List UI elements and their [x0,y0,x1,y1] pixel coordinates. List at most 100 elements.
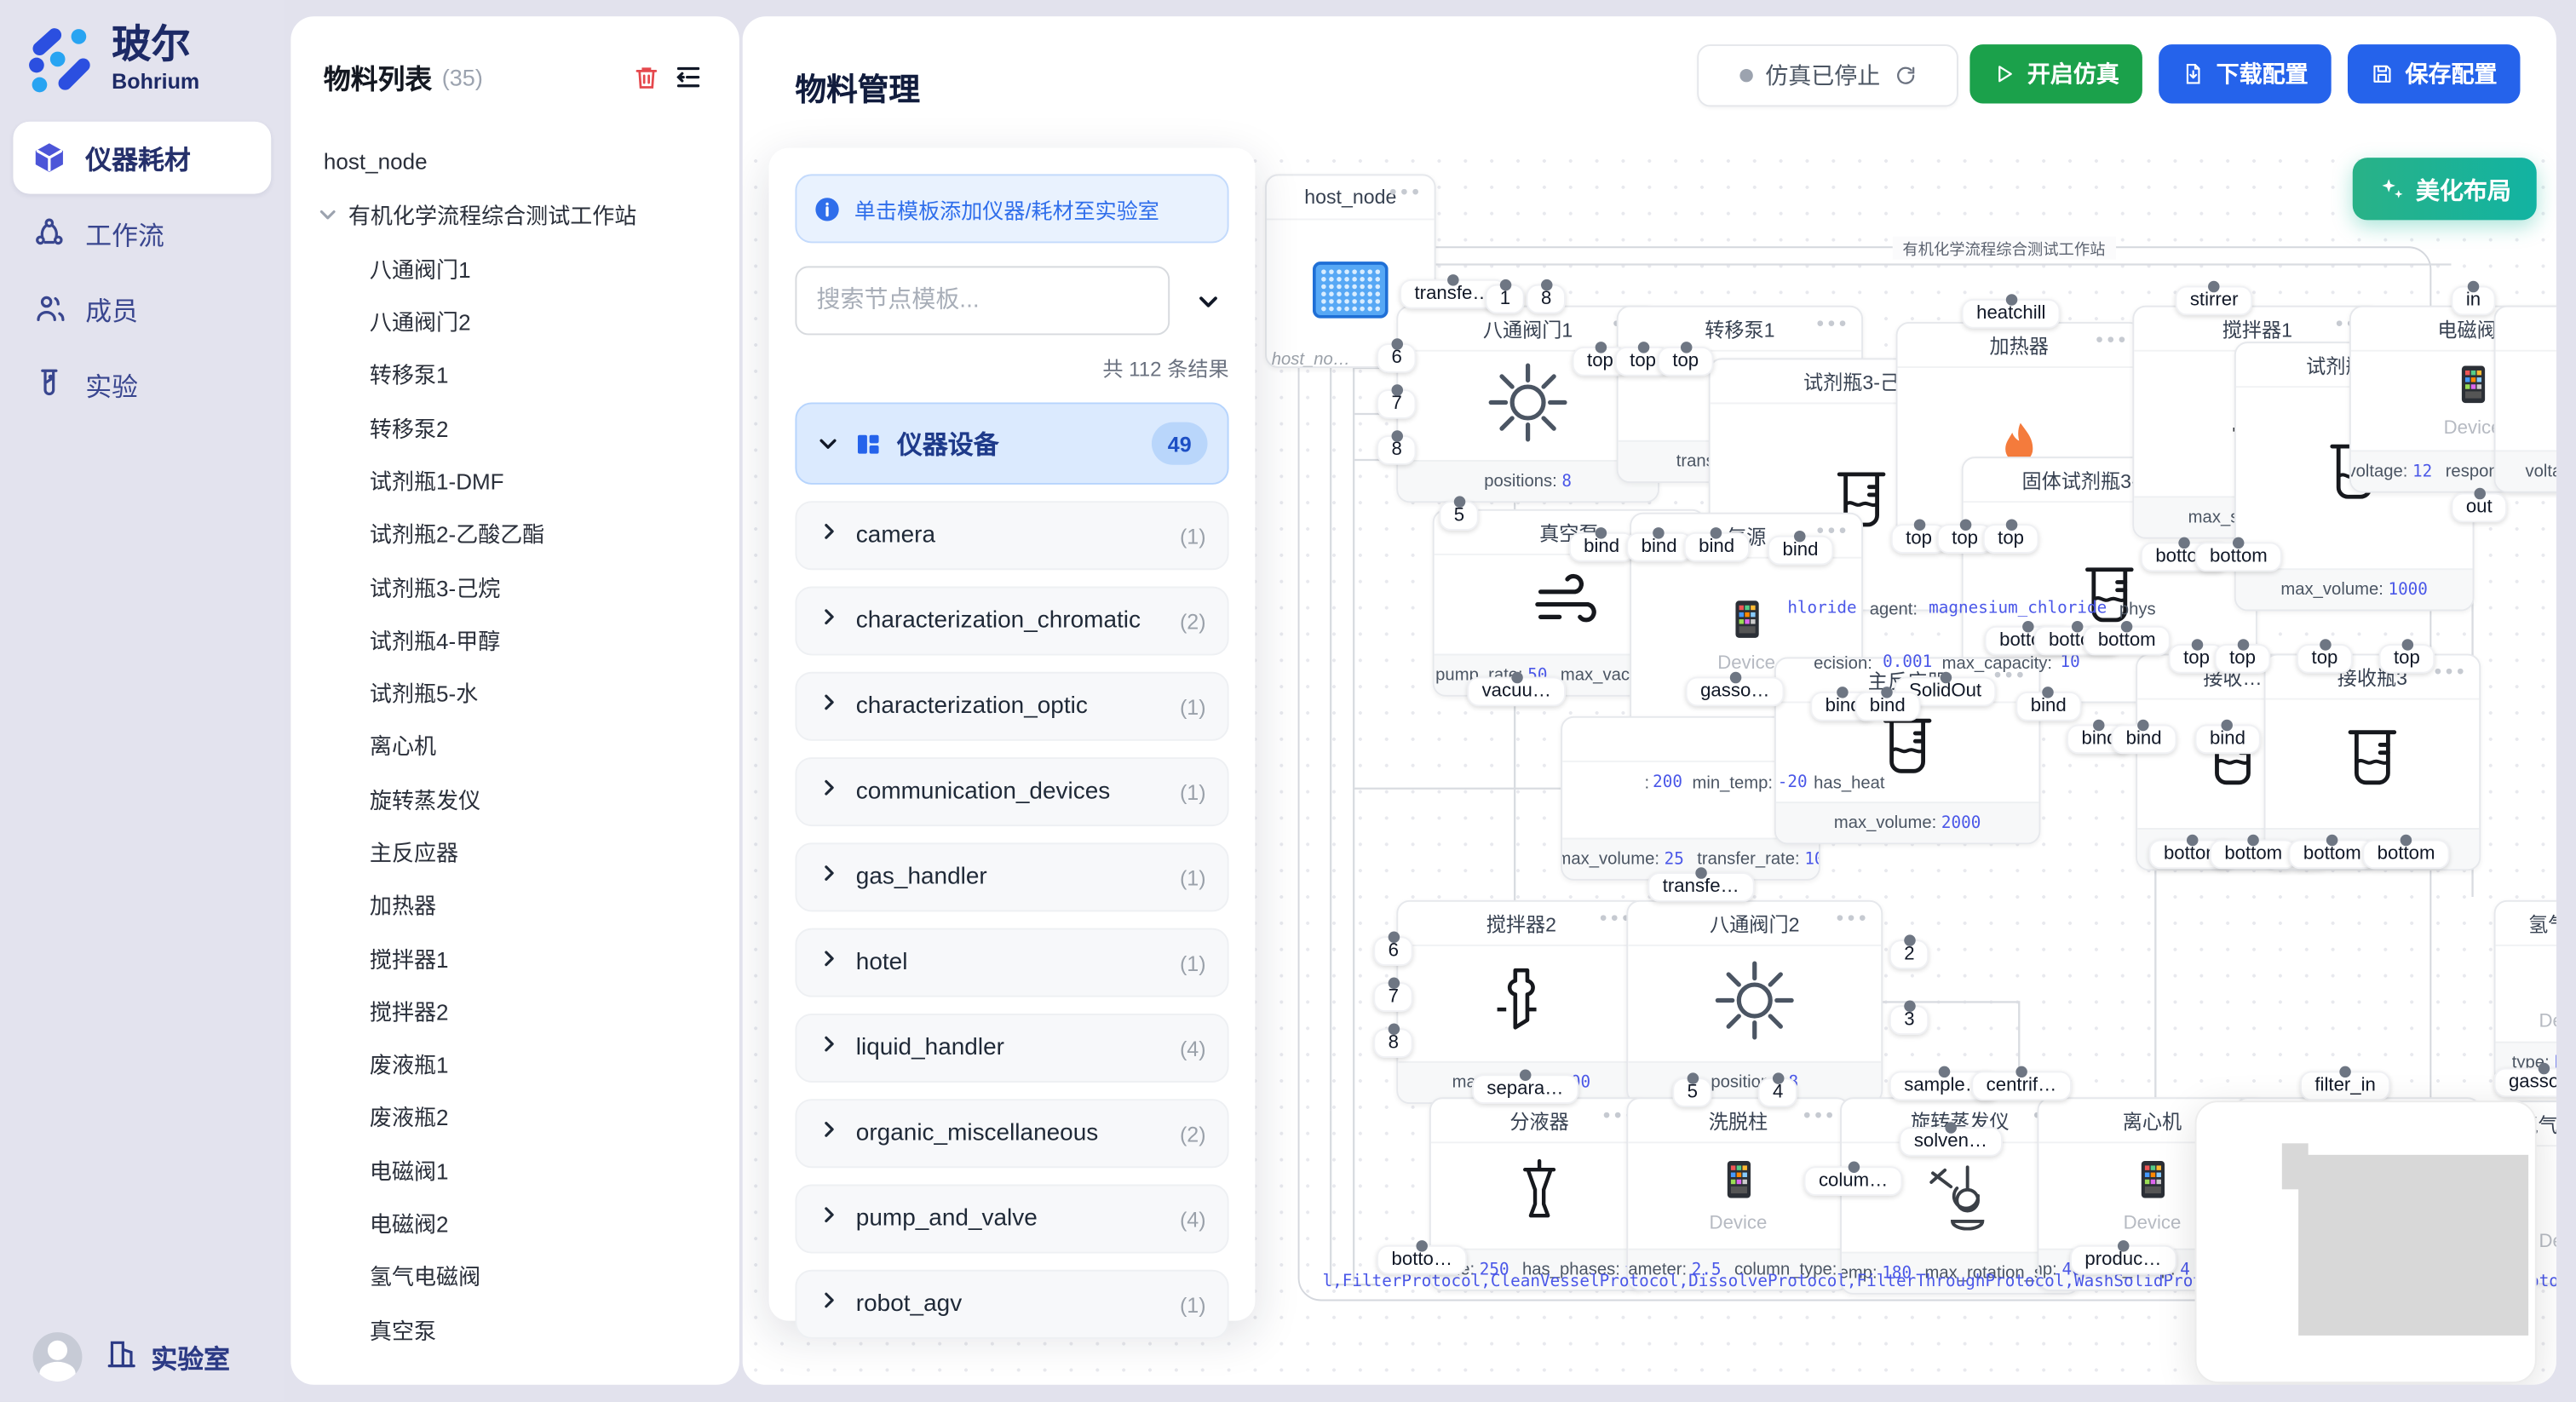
port-8[interactable]: 8 [1527,284,1567,314]
tree-item-host-node[interactable]: host_node [290,135,739,187]
template-item-camera[interactable]: camera(1) [795,501,1228,570]
tree-item[interactable]: 转移泵2 [290,400,739,453]
user-avatar[interactable] [33,1332,83,1382]
tree-item[interactable]: 真空泵 [290,1301,739,1354]
node-menu-icon[interactable]: ●●● [1816,315,1850,330]
tree-item[interactable]: 废液瓶2 [290,1089,739,1142]
tree-item[interactable]: 试剂瓶2-乙酸乙酯 [290,506,739,559]
port-top[interactable]: top [2379,644,2435,674]
category-instruments[interactable]: 仪器设备 49 [795,403,1228,485]
tree-item[interactable]: 试剂瓶1-DMF [290,453,739,506]
tree-item[interactable]: 转移泵1 [290,347,739,399]
tree-item[interactable]: 废液瓶1 [290,1037,739,1089]
start-simulation-button[interactable]: 开启仿真 [1969,44,2142,103]
tree-item[interactable]: 电磁阀2 [290,1196,739,1249]
tree-item[interactable]: 试剂瓶4-甲醇 [290,612,739,665]
minimap[interactable] [2195,1100,2537,1383]
template-item-liquid_handler[interactable]: liquid_handler(4) [795,1014,1228,1083]
port-produc[interactable]: produc… [2070,1245,2176,1275]
port-top[interactable]: top [1983,524,2039,554]
delete-all-button[interactable] [624,56,667,99]
tree-item[interactable]: 旋转蒸发仪 [290,772,739,825]
tree-item[interactable]: 搅拌器1 [290,930,739,983]
port-bottom[interactable]: bottom [2083,626,2171,656]
panel-collapse-button[interactable] [1186,279,1228,322]
port-separa[interactable]: separa… [1472,1074,1578,1104]
port-2[interactable]: 2 [1889,939,1929,969]
tree-item[interactable]: 八通阀门2 [290,294,739,347]
sidebar-item-lab[interactable]: 实验室 [105,1336,230,1377]
template-item-hotel[interactable]: hotel(1) [795,928,1228,997]
port-8[interactable]: 8 [1373,1028,1413,1058]
template-item-robot_agv[interactable]: robot_agv(1) [795,1270,1228,1339]
tree-item[interactable]: 氢气电磁阀 [290,1249,739,1301]
tree-item[interactable]: 试剂瓶3-己烷 [290,559,739,612]
port-bottom[interactable]: bottom [2362,840,2450,870]
canvas-node-unnamed[interactable]: ●●●voltage: 12 [2494,306,2556,493]
port-top[interactable]: top [1658,347,1714,376]
template-item-pump_and_valve[interactable]: pump_and_valve(4) [795,1185,1228,1254]
port-4[interactable]: 4 [1758,1077,1798,1107]
port-bind[interactable]: bind [1854,692,1920,721]
refresh-icon[interactable] [1894,64,1917,87]
search-input[interactable] [795,266,1170,335]
port-bottom[interactable]: bottom [2210,840,2297,870]
port-solven[interactable]: solven… [1899,1127,2002,1157]
port-3[interactable]: 3 [1889,1005,1929,1035]
template-item-gas_handler[interactable]: gas_handler(1) [795,842,1228,911]
port-7[interactable]: 7 [1377,389,1417,419]
node-menu-icon[interactable]: ●●● [2096,332,2130,347]
tree-group-workstation[interactable]: 有机化学流程综合测试工作站 [290,187,739,240]
port-5[interactable]: 5 [1672,1077,1712,1107]
port-gasso[interactable]: gasso… [2494,1068,2556,1098]
port-1[interactable]: 1 [1485,284,1525,314]
template-item-organic_miscellaneous[interactable]: organic_miscellaneous(2) [795,1099,1228,1168]
port-bottom[interactable]: bottom [2195,542,2283,572]
port-top[interactable]: top [2297,644,2353,674]
node-menu-icon[interactable]: ●●● [1836,910,1870,924]
port-heatchill[interactable]: heatchill [1962,299,2061,329]
canvas-node-接收瓶3[interactable]: 接收瓶3●●●max_volume: 250 [2264,654,2481,871]
port-5[interactable]: 5 [1439,501,1479,531]
port-bind[interactable]: bind [1626,532,1692,562]
port-bind[interactable]: bind [2015,692,2081,721]
sidebar-item-members[interactable]: 成员 [13,273,271,345]
port-bind[interactable]: bind [1569,532,1635,562]
tree-item[interactable]: 试剂瓶5-水 [290,665,739,718]
canvas-node-八通阀门2[interactable]: 八通阀门2●●●positions: 8 [1626,900,1883,1104]
port-stirrer[interactable]: stirrer [2175,286,2252,316]
template-item-characterization_chromatic[interactable]: characterization_chromatic(2) [795,587,1228,656]
template-item-characterization_optic[interactable]: characterization_optic(1) [795,672,1228,741]
port-bind[interactable]: bind [1768,536,1833,566]
node-menu-icon[interactable]: ●●● [2434,664,2468,678]
port-6[interactable]: 6 [1373,936,1413,966]
port-botto[interactable]: botto… [1377,1245,1467,1275]
tree-item[interactable]: 搅拌器2 [290,984,739,1037]
beautify-layout-button[interactable]: 美化布局 [2353,158,2537,220]
port-transfe[interactable]: transfe… [1647,872,1754,902]
save-config-button[interactable]: 保存配置 [2348,44,2521,103]
port-filter_in[interactable]: filter_in [2300,1071,2390,1100]
collapse-tree-button[interactable] [667,56,710,99]
sidebar-item-cube[interactable]: 仪器耗材 [13,122,271,194]
port-gasso[interactable]: gasso… [1686,677,1785,707]
port-bind[interactable]: bind [1684,532,1750,562]
download-config-button[interactable]: 下载配置 [2159,44,2332,103]
sidebar-item-workflow[interactable]: 工作流 [13,197,271,269]
port-vacuu[interactable]: vacuu… [1467,677,1566,707]
port-colum[interactable]: colum… [1804,1166,1903,1196]
tree-item[interactable]: 八通阀门1 [290,241,739,294]
tree-item[interactable]: 电磁阀1 [290,1143,739,1196]
port-out[interactable]: out [2451,493,2507,523]
port-in[interactable]: in [2451,286,2495,316]
port-8[interactable]: 8 [1377,435,1417,465]
template-item-communication_devices[interactable]: communication_devices(1) [795,757,1228,826]
simulation-status[interactable]: 仿真已停止 [1697,44,1958,106]
tree-item[interactable]: 主反应器 [290,825,739,877]
canvas-node-氢气气源[interactable]: 氢气气源●●●Device_type: hydrogen [2494,900,2556,1084]
tree-item[interactable]: 加热器 [290,877,739,930]
port-7[interactable]: 7 [1373,982,1413,1012]
tree-item[interactable]: 离心机 [290,718,739,771]
port-bind[interactable]: bind [2195,725,2261,755]
port-top[interactable]: top [2215,644,2271,674]
